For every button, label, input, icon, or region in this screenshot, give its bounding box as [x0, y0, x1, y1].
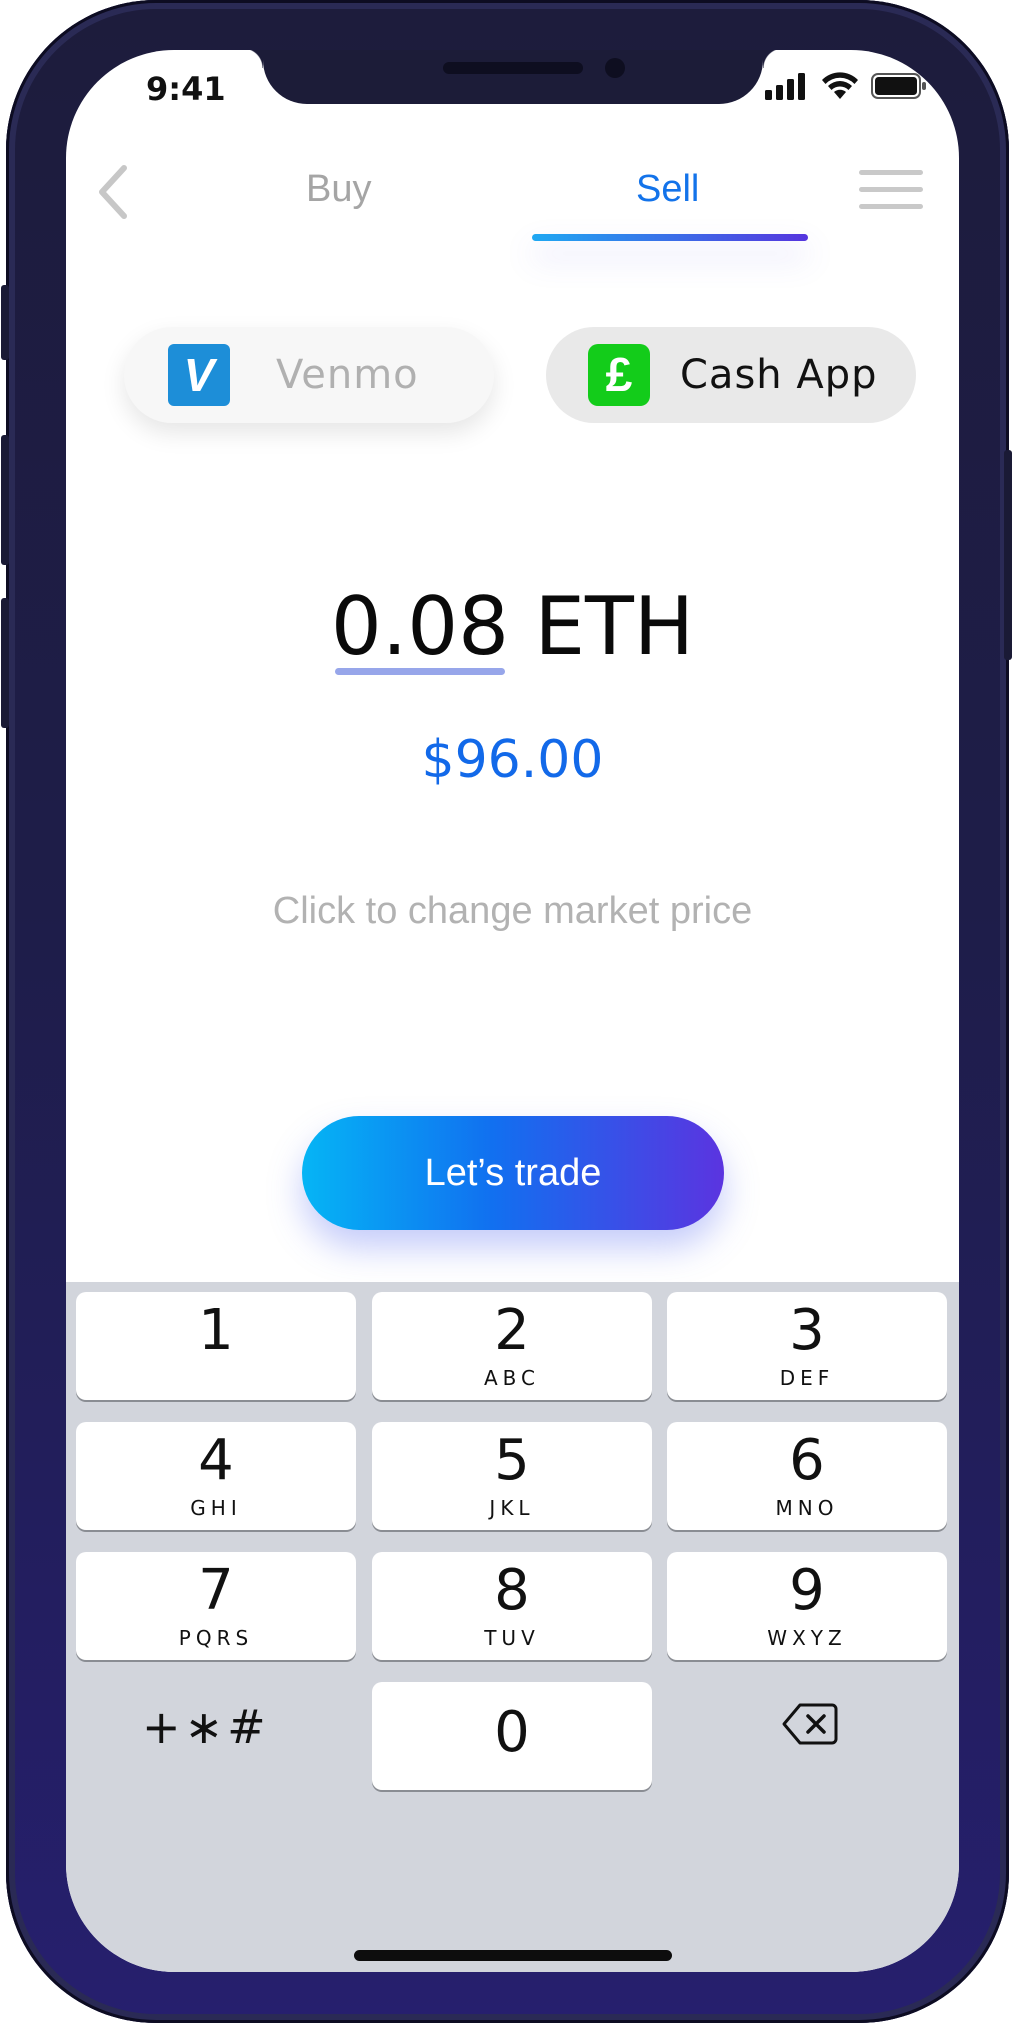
- key-8[interactable]: 8 TUV: [372, 1552, 652, 1660]
- key-2[interactable]: 2 ABC: [372, 1292, 652, 1400]
- speaker: [443, 62, 583, 74]
- key-digit: 5: [494, 1428, 530, 1493]
- lets-trade-button[interactable]: Let’s trade: [302, 1116, 724, 1230]
- signal-icon: [765, 73, 805, 100]
- key-4[interactable]: 4 GHI: [76, 1422, 356, 1530]
- key-3[interactable]: 3 DEF: [667, 1292, 947, 1400]
- key-letters: GHI: [190, 1496, 242, 1520]
- key-letters: PQRS: [178, 1626, 254, 1650]
- status-time: 9:41: [146, 70, 226, 108]
- back-chevron-icon[interactable]: [90, 160, 134, 224]
- backspace-icon[interactable]: [782, 1702, 838, 1746]
- notch: [243, 50, 783, 104]
- payment-option-venmo[interactable]: V Venmo: [124, 327, 494, 423]
- camera: [605, 58, 625, 78]
- key-digit: 9: [789, 1558, 825, 1623]
- side-button: [1, 285, 9, 360]
- payment-option-cash-app[interactable]: £ Cash App: [546, 327, 916, 423]
- volume-up-button: [1, 435, 9, 565]
- hamburger-menu-icon[interactable]: [859, 170, 923, 218]
- key-digit: 3: [789, 1298, 825, 1363]
- key-digit: 0: [494, 1700, 530, 1765]
- payment-label-cash-app: Cash App: [680, 352, 878, 398]
- key-digit: 8: [494, 1558, 530, 1623]
- volume-down-button: [1, 598, 9, 728]
- key-5[interactable]: 5 JKL: [372, 1422, 652, 1530]
- key-0[interactable]: 0: [372, 1682, 652, 1790]
- numeric-keypad: 1 2 ABC 3 DEF 4 GHI 5 JKL 6 MNO 7 PQRS 8…: [66, 1282, 959, 1972]
- key-letters: TUV: [484, 1626, 540, 1650]
- power-button: [1004, 450, 1012, 660]
- tab-buy[interactable]: Buy: [306, 168, 371, 211]
- key-1[interactable]: 1: [76, 1292, 356, 1400]
- key-6[interactable]: 6 MNO: [667, 1422, 947, 1530]
- key-digit: 2: [494, 1298, 530, 1363]
- screen: 9:41 Buy Sell V Venmo £ Cash App 0.08 ET…: [66, 50, 959, 1972]
- tab-sell[interactable]: Sell: [636, 168, 699, 211]
- status-icons: [765, 72, 927, 100]
- amount-value[interactable]: 0.08: [331, 580, 509, 675]
- wifi-icon: [822, 72, 858, 99]
- symbols-key[interactable]: +∗#: [142, 1700, 270, 1754]
- venmo-logo-icon: V: [168, 344, 230, 406]
- payment-label-venmo: Venmo: [276, 352, 419, 398]
- key-letters: JKL: [489, 1496, 535, 1520]
- cash-app-logo-icon: £: [588, 344, 650, 406]
- key-letters: DEF: [779, 1366, 835, 1390]
- market-price-hint[interactable]: Click to change market price: [66, 890, 959, 933]
- battery-icon: [871, 73, 926, 99]
- key-letters: WXYZ: [767, 1626, 847, 1650]
- home-indicator: [354, 1950, 672, 1961]
- key-letters: ABC: [483, 1366, 540, 1390]
- key-9[interactable]: 9 WXYZ: [667, 1552, 947, 1660]
- phone-frame: 9:41 Buy Sell V Venmo £ Cash App 0.08 ET…: [1, 0, 1012, 2023]
- crypto-amount[interactable]: 0.08 ETH: [66, 580, 959, 675]
- key-7[interactable]: 7 PQRS: [76, 1552, 356, 1660]
- key-letters: MNO: [775, 1496, 839, 1520]
- key-digit: 4: [198, 1428, 234, 1493]
- fiat-value: $96.00: [421, 730, 604, 790]
- key-digit: 6: [789, 1428, 825, 1493]
- key-digit: 1: [198, 1298, 234, 1363]
- key-digit: 7: [198, 1558, 234, 1623]
- active-tab-indicator: [532, 234, 808, 241]
- amount-unit: ETH: [534, 580, 695, 673]
